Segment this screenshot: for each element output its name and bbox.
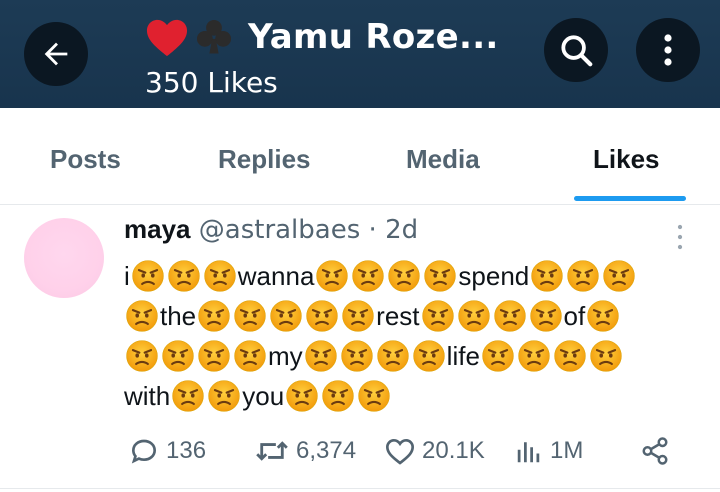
- search-icon: [561, 35, 593, 67]
- angry-face-icon: [233, 339, 267, 373]
- post-word: wanna: [237, 261, 315, 291]
- angry-face-icon: [207, 379, 241, 413]
- angry-face-icon: [376, 339, 410, 373]
- more-vertical-icon: [677, 224, 683, 250]
- author-name[interactable]: maya: [124, 214, 191, 244]
- more-options-button[interactable]: [636, 18, 700, 82]
- angry-face-icon: [203, 259, 237, 293]
- like-button[interactable]: 20.1K: [384, 428, 485, 474]
- repost-count: 6,374: [296, 437, 357, 464]
- post-more-button[interactable]: [670, 222, 690, 256]
- angry-face-icon: [197, 339, 231, 373]
- angry-face-icon: [340, 339, 374, 373]
- likes-count: 350 Likes: [145, 66, 278, 99]
- post-author-line: maya @astralbaes · 2d: [124, 214, 418, 245]
- angry-face-icon: [304, 339, 338, 373]
- profile-header: Yamu Roze... 350 Likes: [0, 0, 720, 108]
- angry-face-icon: [321, 379, 355, 413]
- like-count: 20.1K: [422, 437, 485, 464]
- reply-count: 136: [166, 437, 207, 464]
- search-button[interactable]: [544, 18, 608, 82]
- angry-face-icon: [423, 259, 457, 293]
- angry-face-icon: [457, 299, 491, 333]
- angry-face-icon: [421, 299, 455, 333]
- tab-media[interactable]: Media: [406, 144, 480, 175]
- more-vertical-icon: [664, 34, 672, 66]
- post-word: spend: [458, 261, 530, 291]
- angry-face-icon: [125, 339, 159, 373]
- angry-face-icon: [517, 339, 551, 373]
- repost-icon: [256, 441, 288, 461]
- club-suit-icon: [196, 19, 232, 54]
- repost-button[interactable]: 6,374: [254, 428, 356, 474]
- post-line: the rest of: [124, 296, 684, 336]
- post-word: with: [124, 381, 171, 411]
- angry-face-icon: [351, 259, 385, 293]
- views-button[interactable]: 1M: [514, 428, 583, 474]
- tab-posts[interactable]: Posts: [50, 144, 121, 175]
- back-arrow-icon: [44, 42, 68, 66]
- angry-face-icon: [285, 379, 319, 413]
- tab-replies[interactable]: Replies: [218, 144, 311, 175]
- heart-icon: [385, 438, 415, 465]
- angry-face-icon: [566, 259, 600, 293]
- post-word: rest: [376, 301, 420, 331]
- angry-face-icon: [269, 299, 303, 333]
- reply-icon: [131, 439, 157, 464]
- angry-face-icon: [197, 299, 231, 333]
- author-handle[interactable]: @astralbaes: [199, 215, 361, 245]
- angry-face-icon: [305, 299, 339, 333]
- back-button[interactable]: [24, 22, 88, 86]
- angry-face-icon: [553, 339, 587, 373]
- post-word: my: [268, 341, 303, 371]
- profile-name: Yamu Roze...: [248, 17, 499, 57]
- post-word: the: [160, 301, 197, 331]
- angry-face-icon: [589, 339, 623, 373]
- post-line: with you: [124, 376, 684, 416]
- post-word: life: [446, 341, 480, 371]
- profile-title: Yamu Roze...: [144, 12, 499, 62]
- red-heart-icon: [146, 19, 188, 57]
- angry-face-icon: [233, 299, 267, 333]
- angry-face-icon: [315, 259, 349, 293]
- post-word: you: [242, 381, 285, 411]
- post-time[interactable]: 2d: [385, 215, 418, 245]
- angry-face-icon: [125, 299, 159, 333]
- post-word: of: [563, 301, 586, 331]
- divider: [0, 488, 720, 489]
- angry-face-icon: [171, 379, 205, 413]
- angry-face-icon: [161, 339, 195, 373]
- views-chart-icon: [517, 442, 540, 463]
- post-actions: 136 6,374 20.1K 1M: [0, 428, 720, 474]
- angry-face-icon: [167, 259, 201, 293]
- angry-face-icon: [529, 299, 563, 333]
- angry-face-icon: [481, 339, 515, 373]
- angry-face-icon: [357, 379, 391, 413]
- profile-tabs: Posts Replies Media Likes: [0, 108, 720, 205]
- angry-face-icon: [602, 259, 636, 293]
- angry-face-icon: [493, 299, 527, 333]
- post-text: i wanna spend the rest of my life with you: [124, 256, 684, 416]
- angry-face-icon: [530, 259, 564, 293]
- post-line: my life: [124, 336, 684, 376]
- share-icon: [642, 437, 668, 465]
- post-word: i: [124, 261, 130, 291]
- tab-likes[interactable]: Likes: [593, 144, 660, 175]
- angry-face-icon: [586, 299, 620, 333]
- post-line: i wanna spend: [124, 256, 684, 296]
- avatar[interactable]: [24, 218, 104, 298]
- views-count: 1M: [550, 437, 584, 464]
- active-tab-indicator: [574, 196, 686, 201]
- separator-dot: ·: [360, 215, 386, 245]
- angry-face-icon: [412, 339, 446, 373]
- angry-face-icon: [387, 259, 421, 293]
- share-button[interactable]: [640, 428, 676, 474]
- angry-face-icon: [131, 259, 165, 293]
- angry-face-icon: [341, 299, 375, 333]
- reply-button[interactable]: 136: [128, 428, 206, 474]
